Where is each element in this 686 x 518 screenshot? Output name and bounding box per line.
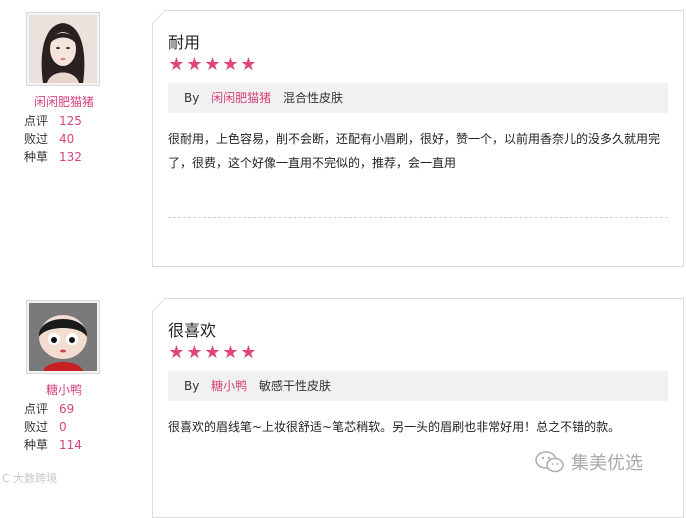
wechat-icon: [535, 451, 564, 473]
review-body: 很耐用，上色容易，削不会断，还配有小眉刷，很好，赞一个，以前用香奈儿的没多久就用…: [168, 132, 661, 170]
stat-value[interactable]: 40: [59, 132, 74, 146]
review-card: 耐用 ★ ★ ★ ★ ★ By 闲闲肥猫猪 混合性皮肤 很耐用，上色容易，削不会…: [152, 9, 684, 267]
review-byline: By 糖小鸭 敏感干性皮肤: [168, 371, 668, 401]
byline-username-link[interactable]: 闲闲肥猫猪: [211, 91, 271, 105]
avatar-image: [29, 15, 97, 83]
reviewer-name[interactable]: 闲闲肥猫猪: [24, 93, 104, 110]
stat-value[interactable]: 0: [59, 420, 67, 434]
stat-value[interactable]: 69: [59, 402, 74, 416]
reviewer-name[interactable]: 糖小鸭: [24, 381, 104, 398]
reviewer-stats: 点评 69 败过 0 种草 114: [24, 400, 82, 454]
stat-row: 点评 69: [24, 400, 82, 418]
by-label: By: [184, 379, 200, 393]
skin-type: 敏感干性皮肤: [259, 379, 332, 393]
watermark-left: C 大数跨境: [2, 472, 58, 485]
stat-label: 种草: [24, 438, 49, 452]
skin-type: 混合性皮肤: [283, 91, 344, 105]
avatar-image: [29, 303, 97, 371]
stat-label: 种草: [24, 150, 49, 164]
reviewer-stats: 点评 125 败过 40 种草 132: [24, 112, 82, 166]
stat-value[interactable]: 132: [59, 150, 82, 164]
star-icon: ★: [204, 342, 221, 363]
stat-value[interactable]: 114: [59, 438, 82, 452]
star-icon: ★: [168, 342, 185, 363]
avatar[interactable]: [26, 300, 100, 374]
stat-row: 种草 114: [24, 436, 82, 454]
star-icon: ★: [222, 342, 239, 363]
stat-label: 点评: [24, 114, 49, 128]
star-icon: ★: [186, 342, 203, 363]
review-title: 耐用: [168, 33, 201, 52]
review-body: 很喜欢的眉线笔~上妆很舒适~笔芯稍软。另一头的眉刷也非常好用！总之不错的款。: [168, 420, 621, 434]
star-icon: ★: [240, 342, 257, 363]
star-icon: ★: [222, 54, 239, 75]
rating-stars: ★ ★ ★ ★ ★: [168, 342, 258, 363]
star-icon: ★: [186, 54, 203, 75]
star-icon: ★: [168, 54, 185, 75]
star-icon: ★: [240, 54, 257, 75]
watermark-right: 集美优选: [535, 449, 643, 475]
byline-username-link[interactable]: 糖小鸭: [211, 379, 247, 393]
review-item: 闲闲肥猫猪 点评 125 败过 40 种草 132 耐用 ★ ★ ★ ★ ★ By 闲…: [0, 0, 686, 275]
stat-label: 败过: [24, 420, 49, 434]
stat-value[interactable]: 125: [59, 114, 82, 128]
stat-row: 败过 40: [24, 130, 82, 148]
star-icon: ★: [204, 54, 221, 75]
stat-row: 种草 132: [24, 148, 82, 166]
review-title: 很喜欢: [168, 321, 217, 340]
rating-stars: ★ ★ ★ ★ ★: [168, 54, 258, 75]
stat-row: 点评 125: [24, 112, 82, 130]
stat-row: 败过 0: [24, 418, 82, 436]
by-label: By: [184, 91, 200, 105]
dashed-divider: [168, 217, 668, 218]
stat-label: 败过: [24, 132, 49, 146]
review-byline: By 闲闲肥猫猪 混合性皮肤: [168, 83, 668, 113]
avatar[interactable]: [26, 12, 100, 86]
review-card: 很喜欢 ★ ★ ★ ★ ★ By 糖小鸭 敏感干性皮肤 很喜欢的眉线笔~上妆很舒…: [152, 297, 684, 518]
watermark-right-text: 集美优选: [571, 453, 643, 474]
stat-label: 点评: [24, 402, 49, 416]
